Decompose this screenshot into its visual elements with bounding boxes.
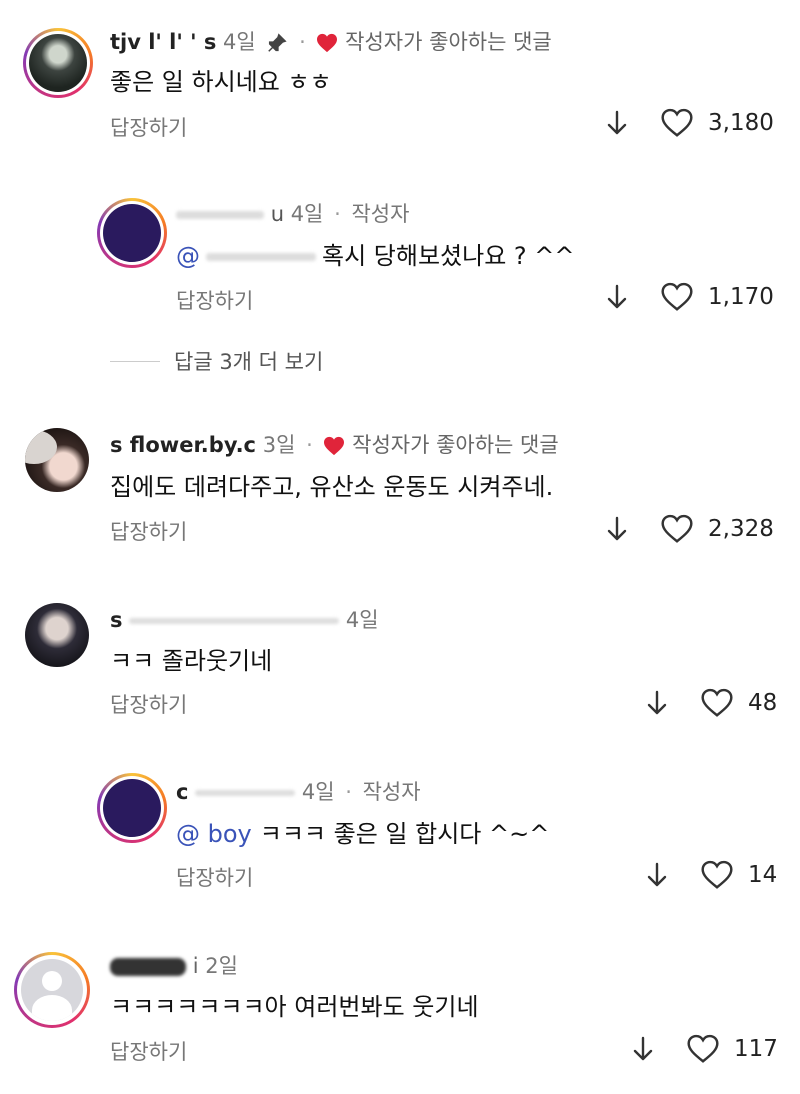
timestamp: 4일 bbox=[223, 30, 256, 54]
like-heart-icon[interactable] bbox=[700, 688, 734, 718]
username[interactable]: s flower.by.c bbox=[110, 433, 256, 457]
reply-button[interactable]: 답장하기 bbox=[110, 112, 187, 142]
comment-meta: s flower.by.c 3일 · 작성자가 좋아하는 댓글 bbox=[110, 433, 559, 457]
comment-text: 집에도 데려다주고, 유산소 운동도 시켜주네. bbox=[110, 473, 554, 501]
avatar[interactable] bbox=[25, 428, 89, 492]
timestamp: 4일 bbox=[301, 780, 335, 804]
username[interactable]: i bbox=[193, 954, 199, 978]
mention-link[interactable]: @ bbox=[176, 242, 200, 270]
like-heart-icon[interactable] bbox=[686, 1034, 720, 1064]
downvote-icon[interactable] bbox=[606, 109, 628, 137]
liked-by-author-label: 작성자가 좋아하는 댓글 bbox=[352, 433, 559, 457]
reply-text: ㅋㅋㅋ 좋은 일 합시다 ^~^ bbox=[259, 820, 550, 848]
reply-button[interactable]: 답장하기 bbox=[110, 1036, 187, 1066]
username[interactable]: c bbox=[176, 780, 188, 804]
like-count: 14 bbox=[748, 862, 778, 888]
comment-meta: tjv l' l' ' s 4일 · 작성자가 좋아하는 댓글 bbox=[110, 30, 552, 54]
comment-meta: c 4일 · 작성자 bbox=[176, 780, 421, 804]
liked-by-author-label: 작성자가 좋아하는 댓글 bbox=[345, 30, 552, 54]
avatar[interactable] bbox=[23, 28, 93, 98]
reply-text: 혹시 당해보셨나요 ? ^^ bbox=[322, 242, 575, 270]
divider bbox=[110, 360, 160, 362]
comment-meta: s 4일 bbox=[110, 604, 379, 634]
avatar[interactable] bbox=[97, 773, 167, 843]
like-count: 3,180 bbox=[708, 110, 774, 136]
view-more-replies-button[interactable]: 답글 3개 더 보기 bbox=[110, 346, 323, 376]
downvote-icon[interactable] bbox=[606, 515, 628, 543]
like-heart-icon[interactable] bbox=[660, 514, 694, 544]
downvote-icon[interactable] bbox=[646, 689, 668, 717]
avatar[interactable] bbox=[14, 952, 90, 1028]
comment-text: @ boy ㅋㅋㅋ 좋은 일 합시다 ^~^ bbox=[176, 814, 549, 849]
timestamp: 3일 bbox=[262, 433, 296, 457]
avatar[interactable] bbox=[97, 198, 167, 268]
pin-icon bbox=[266, 32, 288, 54]
reply-button[interactable]: 답장하기 bbox=[110, 689, 187, 719]
comment-text: @ 혹시 당해보셨나요 ? ^^ bbox=[176, 236, 574, 271]
like-heart-icon[interactable] bbox=[660, 108, 694, 138]
like-heart-icon[interactable] bbox=[700, 860, 734, 890]
reply-button[interactable]: 답장하기 bbox=[176, 285, 253, 315]
like-count: 2,328 bbox=[708, 516, 774, 542]
more-replies-label: 답글 3개 더 보기 bbox=[174, 350, 324, 374]
reply-button[interactable]: 답장하기 bbox=[110, 516, 187, 546]
comment-meta: u 4일 · 작성자 bbox=[176, 198, 409, 228]
downvote-icon[interactable] bbox=[646, 861, 668, 889]
author-badge: 작성자 bbox=[351, 202, 410, 226]
comment-text: ㅋㅋㅋㅋㅋㅋㅋ아 여러번봐도 웃기네 bbox=[110, 993, 479, 1021]
reply-button[interactable]: 답장하기 bbox=[176, 862, 253, 892]
mention-link[interactable]: @ boy bbox=[176, 820, 252, 848]
default-profile-icon bbox=[21, 959, 83, 1021]
like-count: 1,170 bbox=[708, 284, 774, 310]
like-count: 48 bbox=[748, 690, 778, 716]
like-heart-icon[interactable] bbox=[660, 282, 694, 312]
username[interactable]: s bbox=[110, 608, 123, 632]
timestamp: 4일 bbox=[345, 608, 379, 632]
comment-text: 좋은 일 하시네요 ㅎㅎ bbox=[110, 68, 332, 96]
downvote-icon[interactable] bbox=[606, 283, 628, 311]
username[interactable]: u bbox=[271, 202, 284, 226]
author-badge: 작성자 bbox=[362, 780, 421, 804]
avatar[interactable] bbox=[25, 603, 89, 667]
liked-heart-icon bbox=[316, 33, 338, 53]
downvote-icon[interactable] bbox=[632, 1035, 654, 1063]
timestamp: 2일 bbox=[205, 954, 238, 978]
username[interactable]: tjv l' l' ' s bbox=[110, 30, 216, 54]
comment-text: ㅋㅋ 졸라웃기네 bbox=[110, 647, 273, 675]
like-count: 117 bbox=[734, 1036, 778, 1062]
comment-meta: i 2일 bbox=[110, 950, 238, 980]
liked-heart-icon bbox=[323, 436, 345, 456]
timestamp: 4일 bbox=[290, 202, 324, 226]
